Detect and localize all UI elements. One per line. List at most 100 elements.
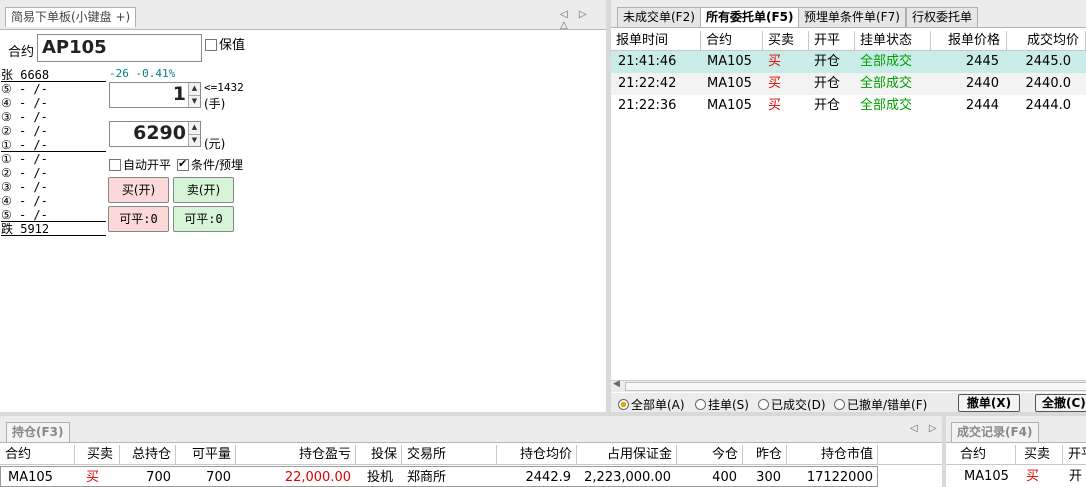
col-pnl[interactable]: 持仓盈亏 xyxy=(236,445,356,465)
price-down-icon[interactable]: ▼ xyxy=(188,134,200,146)
cell-yesterday: 300 xyxy=(756,470,781,485)
cell-contract: MA105 xyxy=(964,469,1009,484)
col-open-close[interactable]: 开平 xyxy=(1063,445,1086,465)
tab-conditional-orders[interactable]: 预埋单条件单(F7) xyxy=(798,7,906,27)
table-row[interactable]: 21:41:46 MA105 买 开仓 全部成交 2445 2445.0 xyxy=(611,51,1086,73)
ask-level: ④ - /- xyxy=(1,96,48,110)
sell-open-button[interactable]: 卖(开) xyxy=(173,177,234,203)
bid-level: ② - /- xyxy=(1,166,48,180)
cell-status: 全部成交 xyxy=(860,76,913,91)
cell-time: 21:22:42 xyxy=(618,76,677,91)
col-avg[interactable]: 成交均价 xyxy=(1007,31,1086,51)
buy-open-button[interactable]: 买(开) xyxy=(108,177,169,203)
col-side[interactable]: 买卖 xyxy=(75,445,120,465)
condition-checkbox[interactable]: 条件/预埋 xyxy=(177,156,243,173)
col-side[interactable]: 买卖 xyxy=(1016,445,1063,465)
orders-table-header: 报单时间 合约 买卖 开平 挂单状态 报单价格 成交均价 xyxy=(611,31,1086,51)
cell-margin: 2,223,000.00 xyxy=(584,470,671,485)
buy-closable-button[interactable]: 可平:0 xyxy=(108,206,169,232)
col-margin[interactable]: 占用保证金 xyxy=(577,445,677,465)
positions-panel: 持仓(F3) ◁ ▷ 合约 买卖 总持仓 可平量 持仓盈亏 投保 交易所 持仓均… xyxy=(0,416,942,487)
filter-cancelled-label: 已撤单/错单(F) xyxy=(847,398,928,412)
tab-positions[interactable]: 持仓(F3) xyxy=(6,422,70,442)
filter-all-radio[interactable]: 全部单(A) xyxy=(618,396,685,413)
filter-pending-radio[interactable]: 挂单(S) xyxy=(695,396,749,413)
filter-pending-label: 挂单(S) xyxy=(708,398,749,412)
col-value[interactable]: 持仓市值 xyxy=(787,445,878,465)
tab-nav-icons[interactable]: ◁ ▷ △ xyxy=(560,9,606,31)
ask-level: ⑤ - /- xyxy=(1,82,48,96)
cell-status: 全部成交 xyxy=(860,54,913,69)
tab-all-orders[interactable]: 所有委托单(F5) xyxy=(700,7,800,27)
table-row[interactable]: MA105 买 700 700 22,000.00 投机 郑商所 2442.9 … xyxy=(0,466,878,487)
col-avg[interactable]: 持仓均价 xyxy=(497,445,577,465)
col-open-close[interactable]: 开平 xyxy=(809,31,855,51)
col-today[interactable]: 今仓 xyxy=(677,445,743,465)
change-text: -26 -0.41% xyxy=(109,67,176,80)
tab-exercise-orders[interactable]: 行权委托单 xyxy=(906,7,979,27)
limit-down: 跌 5912 xyxy=(1,222,106,236)
col-side[interactable]: 买卖 xyxy=(763,31,809,51)
col-closable[interactable]: 可平量 xyxy=(176,445,236,465)
qty-up-icon[interactable]: ▲ xyxy=(188,83,200,95)
cancel-all-button[interactable]: 全撤(C) xyxy=(1035,394,1086,412)
tab-trade-records[interactable]: 成交记录(F4) xyxy=(951,422,1039,442)
table-row[interactable]: MA105 买 开 xyxy=(946,466,1086,487)
scroll-left-icon[interactable]: ◀ xyxy=(613,379,620,389)
bid-level: ④ - /- xyxy=(1,194,48,208)
cell-side: 买 xyxy=(86,470,100,485)
cell-total: 700 xyxy=(146,470,171,485)
orders-panel: 未成交单(F2) 所有委托单(F5) 预埋单条件单(F7) 行权委托单 报单时间… xyxy=(611,0,1086,412)
cell-side: 买 xyxy=(768,54,782,69)
auto-open-close-checkbox[interactable]: 自动开平 xyxy=(109,156,171,173)
tab-pending-orders[interactable]: 未成交单(F2) xyxy=(617,7,701,27)
positions-nav-icons[interactable]: ◁ ▷ xyxy=(910,423,941,434)
col-yesterday[interactable]: 昨仓 xyxy=(743,445,787,465)
quantity-stepper[interactable]: 1 ▲ ▼ xyxy=(109,82,201,108)
cancel-order-button[interactable]: 撤单(X) xyxy=(958,394,1020,412)
orders-table-body: 21:41:46 MA105 买 开仓 全部成交 2445 2445.0 21:… xyxy=(611,51,1086,121)
cell-side: 买 xyxy=(768,76,782,91)
cell-open-close: 开 xyxy=(1069,469,1083,484)
ask-level: ② - /- xyxy=(1,124,48,138)
cell-hedge: 投机 xyxy=(367,470,394,485)
cell-today: 400 xyxy=(712,470,737,485)
cell-side: 买 xyxy=(768,98,782,113)
price-up-icon[interactable]: ▲ xyxy=(188,122,200,134)
ask-level: ③ - /- xyxy=(1,110,48,124)
hedge-checkbox[interactable]: 保值 xyxy=(205,34,245,53)
filter-filled-radio[interactable]: 已成交(D) xyxy=(758,396,826,413)
quantity-value: 1 xyxy=(172,83,186,105)
col-price[interactable]: 报单价格 xyxy=(931,31,1007,51)
cell-time: 21:41:46 xyxy=(618,54,677,69)
table-row[interactable]: 21:22:42 MA105 买 开仓 全部成交 2440 2440.0 xyxy=(611,73,1086,95)
sell-closable-button[interactable]: 可平:0 xyxy=(173,206,234,232)
horizontal-scrollbar[interactable]: ◀ xyxy=(611,379,1086,392)
filter-filled-label: 已成交(D) xyxy=(771,398,826,412)
cell-avg: 2440.0 xyxy=(1025,76,1072,91)
order-board-panel: 简易下单板(小键盘 +) ◁ ▷ △ 合约 AP105 保值 -26 -0.41… xyxy=(0,0,606,412)
price-stepper[interactable]: 6290 ▲ ▼ xyxy=(109,121,201,147)
cell-contract: MA105 xyxy=(707,76,752,91)
cell-contract: MA105 xyxy=(8,470,53,485)
col-exchange[interactable]: 交易所 xyxy=(402,445,497,465)
col-contract[interactable]: 合约 xyxy=(0,445,75,465)
table-row[interactable]: 21:22:36 MA105 买 开仓 全部成交 2444 2444.0 xyxy=(611,95,1086,117)
trades-panel: 成交记录(F4) 合约 买卖 开平 MA105 买 开 xyxy=(946,416,1086,487)
col-hedge[interactable]: 投保 xyxy=(356,445,402,465)
filter-cancelled-radio[interactable]: 已撤单/错单(F) xyxy=(834,396,927,413)
col-time[interactable]: 报单时间 xyxy=(611,31,701,51)
qty-down-icon[interactable]: ▼ xyxy=(188,95,200,107)
contract-input[interactable]: AP105 xyxy=(37,34,202,62)
tab-order-board[interactable]: 简易下单板(小键盘 +) xyxy=(5,7,137,27)
col-status[interactable]: 挂单状态 xyxy=(855,31,931,51)
scroll-thumb[interactable] xyxy=(625,382,1086,391)
cell-closable: 700 xyxy=(206,470,231,485)
cell-avg: 2445.0 xyxy=(1025,54,1072,69)
cell-open-close: 开仓 xyxy=(814,54,841,69)
col-contract[interactable]: 合约 xyxy=(701,31,763,51)
filter-all-label: 全部单(A) xyxy=(631,398,685,412)
qty-max: <=1432 xyxy=(204,81,244,94)
col-total[interactable]: 总持仓 xyxy=(120,445,176,465)
col-contract[interactable]: 合约 xyxy=(946,445,1016,465)
